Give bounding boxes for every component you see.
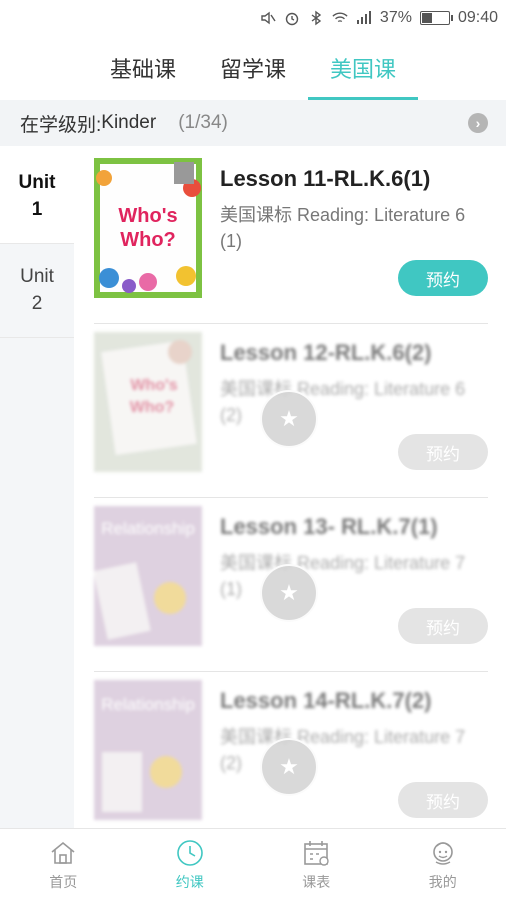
lesson-title: Lesson 11-RL.K.6(1) bbox=[220, 166, 431, 191]
thumb-title-line-1: Who's bbox=[118, 205, 177, 227]
bottom-nav: 首页 约课 课表 我的 bbox=[0, 828, 506, 900]
thumb-title-line-1: Relationship bbox=[101, 695, 195, 714]
level-value: Kinder bbox=[101, 112, 157, 133]
book-button[interactable]: 预约 bbox=[398, 434, 488, 470]
tab-basic-course[interactable]: 基础课 bbox=[88, 36, 198, 100]
calendar-icon bbox=[304, 840, 329, 866]
profile-icon bbox=[432, 841, 453, 865]
mute-icon bbox=[260, 10, 276, 26]
battery-level bbox=[421, 13, 432, 23]
lock-icon: ★ bbox=[260, 564, 318, 622]
lesson-title: Lesson 12-RL.K.6(2) bbox=[220, 340, 432, 365]
nav-schedule[interactable]: 课表 bbox=[253, 829, 380, 900]
level-count: (1/34) bbox=[178, 112, 228, 133]
unit-label: Unit bbox=[18, 171, 56, 193]
thumb-title-line-2: Who? bbox=[120, 229, 176, 251]
unit-number: 2 bbox=[31, 292, 43, 314]
tab-us-course[interactable]: 美国课 bbox=[308, 36, 418, 100]
alarm-icon bbox=[284, 10, 300, 26]
course-tabs: 基础课 留学课 美国课 bbox=[0, 36, 506, 100]
unit-item-1[interactable]: Unit 1 bbox=[0, 150, 74, 244]
book-button[interactable]: 预约 bbox=[398, 608, 488, 644]
chevron-right-icon[interactable]: › bbox=[468, 113, 488, 133]
nav-label: 约课 bbox=[175, 873, 204, 890]
unit-number: 1 bbox=[31, 198, 43, 220]
lesson-thumbnail: Who's Who? bbox=[94, 332, 202, 472]
lesson-description: 美国课标 Reading: Literature 6 (1) bbox=[220, 205, 466, 251]
lesson-list: Who's Who? Lesson 11-RL.K.6(1) 美国课标 Read… bbox=[94, 150, 488, 846]
lesson-thumbnail: Relationship bbox=[94, 680, 202, 820]
level-label: 在学级别: bbox=[20, 114, 102, 136]
book-button[interactable]: 预约 bbox=[398, 782, 488, 818]
thumb-title-line-2: Who? bbox=[130, 399, 174, 416]
nav-home[interactable]: 首页 bbox=[0, 829, 127, 900]
home-icon bbox=[51, 841, 75, 864]
nav-label: 我的 bbox=[428, 873, 457, 890]
unit-label: Unit bbox=[20, 265, 54, 287]
nav-profile[interactable]: 我的 bbox=[380, 829, 506, 900]
lesson-item[interactable]: Relationship Lesson 14-RL.K.7(2) 美国课标 Re… bbox=[94, 672, 488, 846]
lock-icon: ★ bbox=[260, 390, 318, 448]
battery-percent: 37% bbox=[379, 9, 412, 26]
wifi-icon bbox=[332, 10, 348, 26]
clock-time: 09:40 bbox=[457, 9, 498, 26]
bluetooth-icon bbox=[308, 10, 324, 26]
status-bar: 37% 09:40 bbox=[0, 0, 506, 36]
book-button[interactable]: 预约 bbox=[398, 260, 488, 296]
lesson-thumbnail: Who's Who? bbox=[94, 158, 202, 298]
lesson-title: Lesson 14-RL.K.7(2) bbox=[220, 688, 432, 713]
lesson-title: Lesson 13- RL.K.7(1) bbox=[220, 514, 438, 539]
thumb-title-line-1: Who's bbox=[130, 377, 177, 394]
unit-item-2[interactable]: Unit 2 bbox=[0, 244, 74, 338]
signal-icon bbox=[356, 10, 372, 26]
lesson-item[interactable]: Who's Who? Lesson 11-RL.K.6(1) 美国课标 Read… bbox=[94, 150, 488, 324]
nav-label: 课表 bbox=[302, 873, 331, 890]
nav-label: 首页 bbox=[49, 873, 78, 890]
lesson-item[interactable]: Relationship Lesson 13- RL.K.7(1) 美国课标 R… bbox=[94, 498, 488, 672]
lesson-thumbnail: Relationship bbox=[94, 506, 202, 646]
nav-book-class[interactable]: 约课 bbox=[127, 829, 254, 900]
unit-sidebar: Unit 1 Unit 2 bbox=[0, 150, 74, 828]
lock-icon: ★ bbox=[260, 738, 318, 796]
lesson-item[interactable]: Who's Who? Lesson 12-RL.K.6(2) 美国课标 Read… bbox=[94, 324, 488, 498]
clock-icon bbox=[176, 839, 203, 866]
thumb-title-line-1: Relationship bbox=[101, 519, 195, 538]
level-selector[interactable]: 在学级别: Kinder (1/34) › bbox=[0, 100, 506, 146]
battery-icon bbox=[419, 11, 453, 25]
tab-study-abroad-course[interactable]: 留学课 bbox=[198, 36, 308, 100]
